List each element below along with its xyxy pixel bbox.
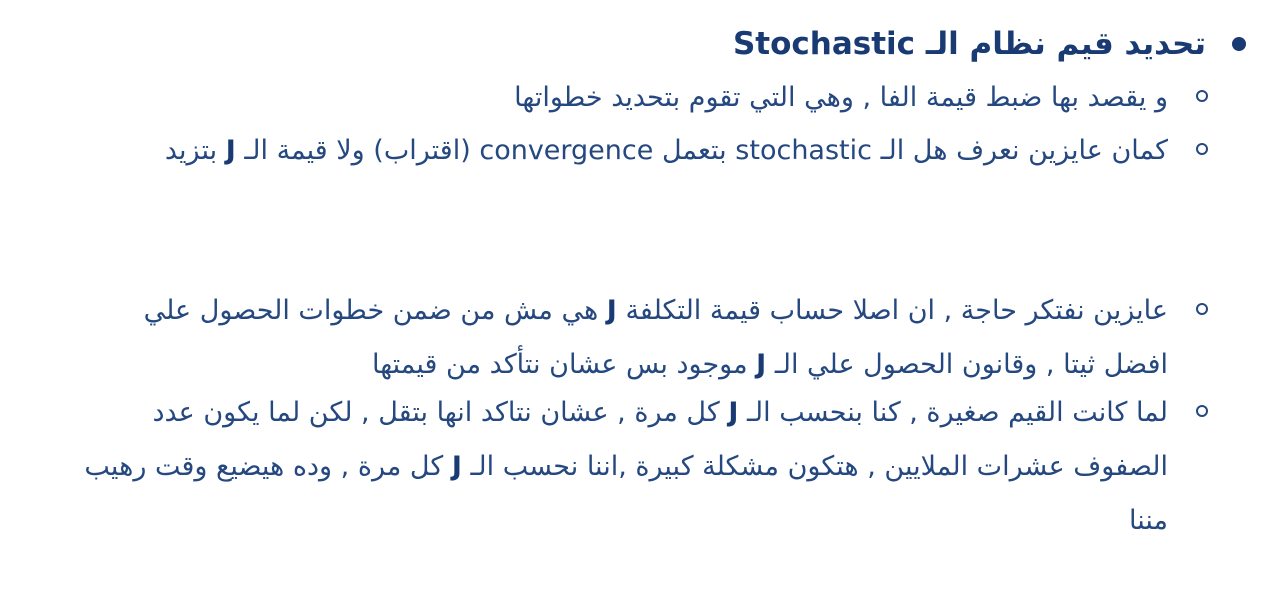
- item-4-term-j-2: J: [451, 451, 462, 482]
- bullet-item-4: لما كانت القيم صغيرة , كنا بنحسب الـ J ك…: [78, 386, 1208, 548]
- bullet-item-3: عايزين نفتكر حاجة , ان اصلا حساب قيمة ال…: [78, 284, 1208, 392]
- item-2-term-convergence: convergence: [479, 135, 654, 166]
- slide: تحديد قيم نظام الـ Stochastic و يقصد بها…: [0, 0, 1278, 608]
- item-3-term-j-2: J: [756, 349, 767, 380]
- heading-bullet-icon: [1232, 36, 1246, 51]
- item-2-term-j: J: [225, 135, 236, 166]
- bullet-item-2: كمان عايزين نعرف هل الـ stochastic بتعمل…: [78, 124, 1208, 178]
- item-3-part1: عايزين نفتكر حاجة , ان اصلا حساب قيمة ال…: [625, 295, 1168, 326]
- item-3-term-j-1: J: [606, 295, 617, 326]
- hollow-circle-bullet-icon: [1196, 90, 1208, 102]
- heading-text: تحديد قيم نظام الـ Stochastic: [732, 26, 1206, 62]
- hollow-circle-bullet-icon: [1196, 405, 1208, 417]
- bullet-item-1: و يقصد بها ضبط قيمة الفا , وهي التي تقوم…: [78, 71, 1208, 125]
- item-1-text: و يقصد بها ضبط قيمة الفا , وهي التي تقوم…: [514, 82, 1168, 113]
- item-3-part3: موجود بس عشان نتأكد من قيمتها: [371, 349, 748, 380]
- item-4-part1: لما كانت القيم صغيرة , كنا بنحسب الـ: [746, 397, 1168, 428]
- item-2-part4: بتزيد: [164, 135, 218, 166]
- item-2-part3: (اقتراب) ولا قيمة الـ: [244, 135, 471, 166]
- item-4-term-j-1: J: [728, 397, 739, 428]
- slide-heading: تحديد قيم نظام الـ Stochastic: [46, 22, 1246, 66]
- item-2-term-stochastic: stochastic: [735, 135, 872, 166]
- item-2-part2: بتعمل: [661, 135, 727, 166]
- hollow-circle-bullet-icon: [1196, 303, 1208, 315]
- item-2-part1: كمان عايزين نعرف هل الـ: [880, 135, 1168, 166]
- hollow-circle-bullet-icon: [1196, 143, 1208, 155]
